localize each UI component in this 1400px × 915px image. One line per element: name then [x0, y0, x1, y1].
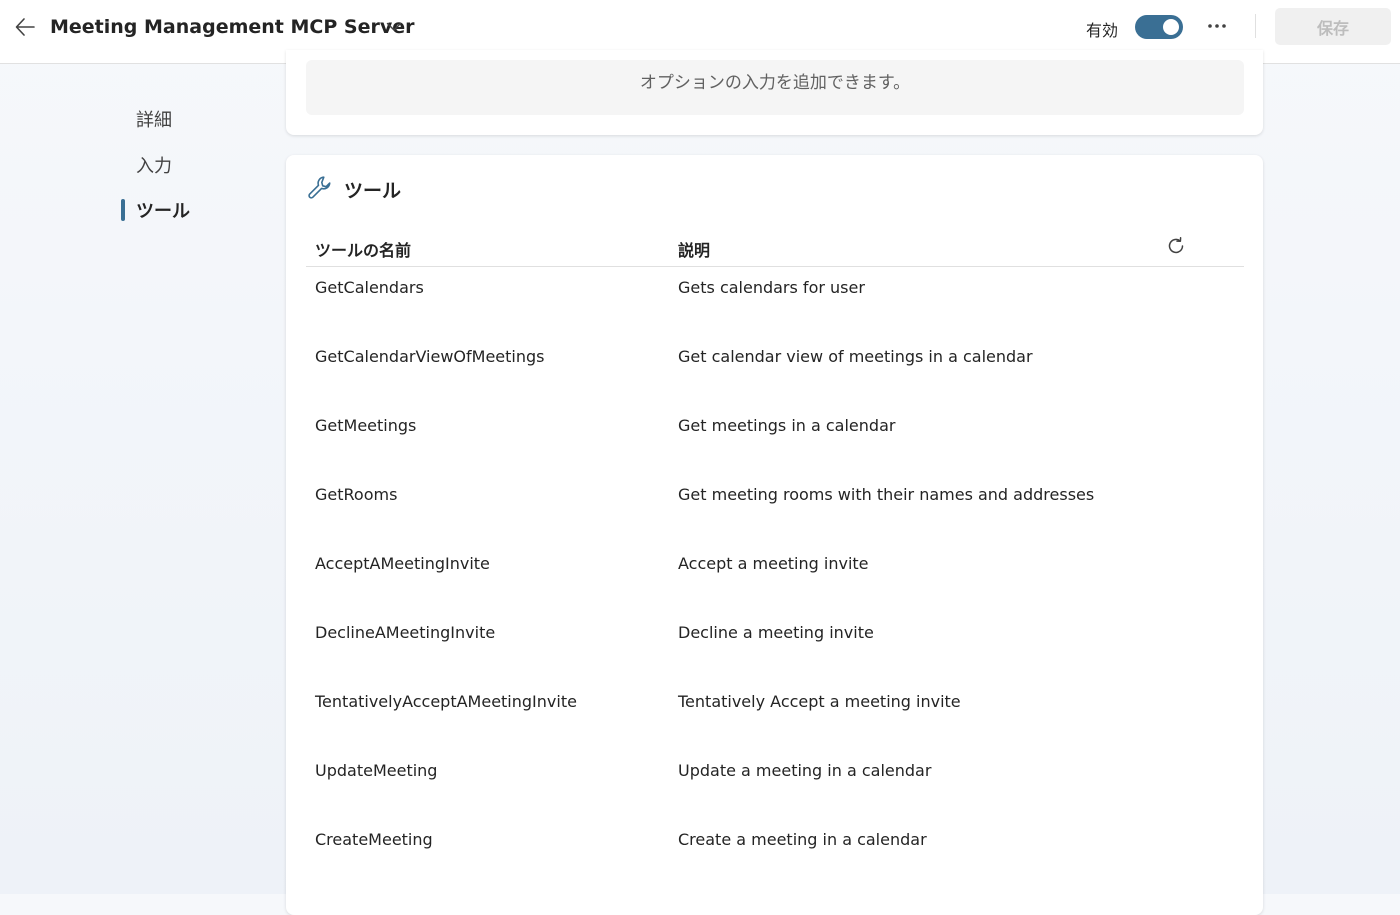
wrench-icon: [308, 176, 331, 199]
back-button[interactable]: [12, 14, 38, 40]
tool-description: Get calendar view of meetings in a calen…: [678, 347, 1033, 366]
tool-description: Tentatively Accept a meeting invite: [678, 692, 961, 711]
refresh-tools-button[interactable]: [1164, 234, 1188, 258]
table-row[interactable]: GetCalendars Gets calendars for user: [306, 267, 1244, 336]
tool-name: GetCalendarViewOfMeetings: [315, 347, 545, 366]
tool-description: Create a meeting in a calendar: [678, 830, 927, 849]
chevron-down-icon: [386, 22, 402, 31]
page-title: Meeting Management MCP Server: [50, 16, 415, 38]
table-row[interactable]: UpdateMeeting Update a meeting in a cale…: [306, 750, 1244, 819]
inputs-card: オプションの入力を追加できます。: [286, 50, 1263, 135]
tool-description: Decline a meeting invite: [678, 623, 874, 642]
tool-description: Update a meeting in a calendar: [678, 761, 932, 780]
tool-name: GetRooms: [315, 485, 398, 504]
title-menu-button[interactable]: [382, 16, 406, 38]
save-button[interactable]: 保存: [1275, 8, 1391, 45]
arrow-left-icon: [15, 18, 35, 36]
tool-description: Get meetings in a calendar: [678, 416, 896, 435]
side-nav: 詳細 入力 ツール: [0, 64, 286, 894]
tool-description: Accept a meeting invite: [678, 554, 869, 573]
nav-item-details[interactable]: 詳細: [136, 106, 172, 132]
tool-name: AcceptAMeetingInvite: [315, 554, 490, 573]
nav-item-inputs[interactable]: 入力: [136, 152, 172, 178]
tool-name: GetCalendars: [315, 278, 424, 297]
tool-name: DeclineAMeetingInvite: [315, 623, 496, 642]
nav-active-indicator: [121, 199, 125, 221]
table-row[interactable]: GetRooms Get meeting rooms with their na…: [306, 474, 1244, 543]
more-options-button[interactable]: [1205, 14, 1229, 38]
tool-name: GetMeetings: [315, 416, 417, 435]
tools-section-title: ツール: [344, 180, 402, 202]
column-header-description: 説明: [678, 241, 711, 260]
tool-description: Gets calendars for user: [678, 278, 865, 297]
table-row[interactable]: GetMeetings Get meetings in a calendar: [306, 405, 1244, 474]
toolbar-divider: [1255, 14, 1256, 38]
tool-name: CreateMeeting: [315, 830, 433, 849]
inputs-note: オプションの入力を追加できます。: [639, 73, 911, 93]
table-row[interactable]: TentativelyAcceptAMeetingInvite Tentativ…: [306, 681, 1244, 750]
tools-card: ツール ツールの名前 説明 GetCalendars Gets calendar…: [286, 155, 1263, 915]
more-horizontal-icon: [1208, 24, 1226, 28]
tool-description: Get meeting rooms with their names and a…: [678, 485, 1095, 504]
enabled-toggle[interactable]: [1135, 15, 1183, 39]
table-row[interactable]: CreateMeeting Create a meeting in a cale…: [306, 819, 1244, 888]
column-header-name: ツールの名前: [315, 241, 412, 260]
refresh-icon: [1168, 237, 1184, 254]
tool-name: TentativelyAcceptAMeetingInvite: [315, 692, 577, 711]
table-row[interactable]: DeclineAMeetingInvite Decline a meeting …: [306, 612, 1244, 681]
enabled-toggle-label: 有効: [1086, 21, 1119, 40]
table-row[interactable]: GetCalendarViewOfMeetings Get calendar v…: [306, 336, 1244, 405]
table-row[interactable]: AcceptAMeetingInvite Accept a meeting in…: [306, 543, 1244, 612]
nav-item-tools[interactable]: ツール: [136, 197, 190, 223]
tools-table: GetCalendars Gets calendars for user Get…: [306, 267, 1244, 888]
inputs-empty-state: オプションの入力を追加できます。: [306, 60, 1244, 115]
tool-name: UpdateMeeting: [315, 761, 438, 780]
toggle-knob: [1163, 19, 1179, 35]
